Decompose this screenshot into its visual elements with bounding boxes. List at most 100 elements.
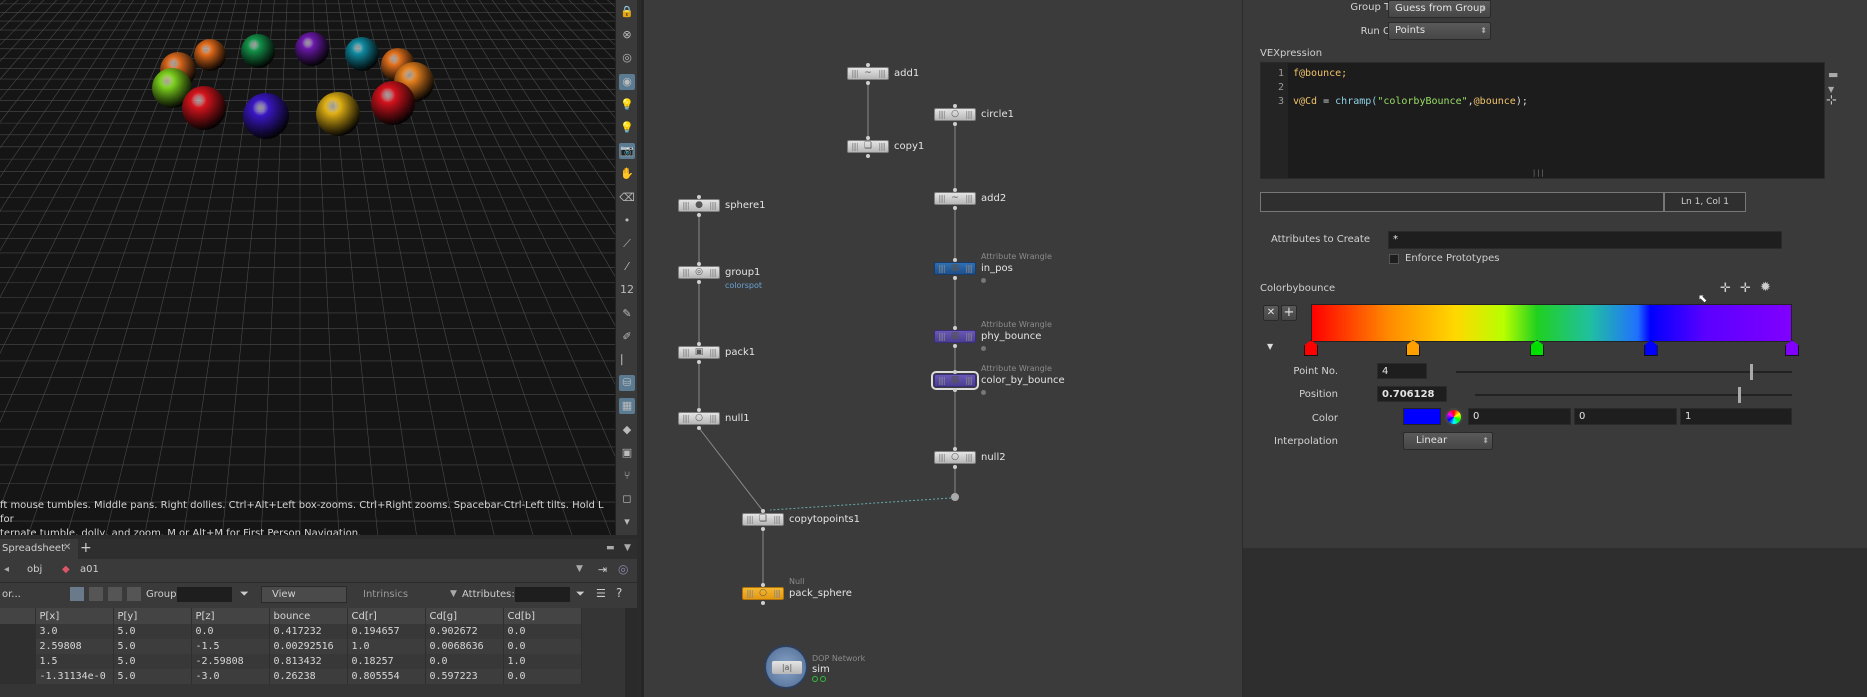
code-menu-icon[interactable]: ▬ (1828, 68, 1838, 81)
column-header[interactable]: Cd[g] (425, 608, 504, 624)
square-icon[interactable]: ◻ (619, 491, 635, 507)
column-header[interactable]: bounce (269, 608, 348, 624)
node-dot-top[interactable] (953, 258, 957, 262)
node-flag-icon[interactable] (981, 278, 986, 283)
node-circle1[interactable]: |||| ○ |||| (934, 108, 976, 121)
wire-dashed[interactable] (769, 497, 952, 511)
line-icon[interactable]: ⟋ (619, 236, 635, 252)
attrs-create-field[interactable]: * (1388, 231, 1782, 249)
branch-icon[interactable]: ⑂ (619, 468, 635, 484)
ruler-icon[interactable]: ⎸ (619, 352, 635, 368)
detail-mode-icon[interactable] (127, 587, 141, 601)
prims-mode-icon[interactable] (108, 587, 122, 601)
bulb-alt-icon[interactable]: 💡 (619, 120, 635, 136)
ramp-key-marker[interactable] (1304, 340, 1318, 356)
node-dot-bottom[interactable] (953, 465, 957, 469)
node-dot-top[interactable] (953, 447, 957, 451)
scene-viewport[interactable]: ft mouse tumbles. Middle pans. Right dol… (0, 0, 615, 535)
color-r-field[interactable]: 0 (1468, 408, 1571, 425)
node-label[interactable]: copytopoints1 (789, 514, 860, 525)
pane-menu-icon[interactable]: ▬ (606, 543, 615, 553)
node-dot-bottom[interactable] (697, 280, 701, 284)
node-dot-top[interactable] (866, 136, 870, 140)
ramp-key-marker[interactable] (1643, 340, 1658, 356)
color-wheel-icon[interactable] (1445, 408, 1463, 426)
chevron-down-icon[interactable]: ▼ (624, 543, 631, 553)
lock-icon[interactable]: 🔒 (619, 4, 635, 20)
ramp-key-marker[interactable] (1530, 340, 1545, 356)
column-header[interactable]: Cd[r] (347, 608, 426, 624)
node-dot-bottom[interactable] (697, 426, 701, 430)
list-icon[interactable]: ☰ (596, 587, 606, 600)
node-dot-top[interactable] (953, 326, 957, 330)
node-label[interactable]: sim (812, 664, 830, 675)
node-add1[interactable]: |||| ~ |||| (847, 67, 889, 80)
node-label[interactable]: add1 (894, 68, 919, 79)
node-label[interactable]: null2 (981, 452, 1006, 463)
close-circle-icon[interactable]: ⊗ (619, 27, 635, 43)
node-label[interactable]: group1 (725, 267, 760, 278)
node-dot-bottom[interactable] (761, 601, 765, 605)
ramp-key-marker[interactable] (1785, 340, 1799, 356)
color-swatch[interactable] (1403, 408, 1441, 425)
group-type-menu[interactable]: Guess from Group ⬍ (1388, 0, 1491, 18)
node-label[interactable]: color_by_bounce (981, 375, 1065, 386)
expand-icon[interactable]: ✛ (1740, 281, 1751, 296)
node-label[interactable]: sphere1 (725, 200, 765, 211)
chevron-down-icon[interactable]: ▼ (450, 589, 457, 599)
node-label[interactable]: add2 (981, 193, 1006, 204)
node-dot-top[interactable] (761, 509, 765, 513)
node-dot-top[interactable] (953, 370, 957, 374)
node-null2[interactable]: |||| ○ |||| (934, 451, 976, 464)
table-scrollbar[interactable] (625, 608, 637, 697)
column-header[interactable]: P[z] (191, 608, 270, 624)
node-label[interactable]: phy_bounce (981, 331, 1041, 342)
node-dot-top[interactable] (697, 342, 701, 346)
node-dot-top[interactable] (697, 195, 701, 199)
node-dot-bottom[interactable] (953, 344, 957, 348)
position-slider-handle[interactable] (1738, 387, 1741, 403)
ramp-key-marker[interactable] (1405, 340, 1420, 356)
move-icon[interactable]: ✛ (1720, 281, 1731, 296)
left-menu-label[interactable]: or... (2, 589, 21, 600)
node-group1[interactable]: |||| ◎ |||| (678, 266, 720, 279)
point-no-slider-handle[interactable] (1750, 364, 1753, 380)
checker-icon[interactable]: ▦ (619, 398, 635, 415)
table-row[interactable]: 3.0 5.0 0.0 0.417232 0.194657 0.902672 0.0 (0, 624, 582, 639)
node-dot-top[interactable] (697, 408, 701, 412)
tab-spreadsheet[interactable]: Spreadsheet ✕ (0, 539, 78, 559)
node-add2[interactable]: |||| ~ |||| (934, 192, 976, 205)
wire[interactable] (698, 427, 764, 512)
node-flag-icon[interactable] (812, 676, 818, 682)
picker-icon[interactable]: ⁄ (619, 259, 635, 275)
wire-dot[interactable] (951, 493, 959, 501)
node-copy1[interactable]: |||| ❏ |||| (847, 140, 889, 153)
position-field[interactable]: 0.706128 (1377, 386, 1447, 402)
delete-key-button[interactable]: ✕ (1263, 305, 1279, 321)
add-tab-icon[interactable]: + (80, 540, 92, 556)
node-label[interactable]: pack1 (725, 347, 755, 358)
table-row[interactable]: 2.59808 5.0 -1.5 0.00292516 1.0 0.0068636 0.0 (0, 639, 582, 654)
chevron-down-icon[interactable]: ▼ (1267, 342, 1273, 351)
node-label[interactable]: copy1 (894, 141, 924, 152)
point-no-slider[interactable] (1456, 371, 1792, 373)
node-flag-icon[interactable] (981, 346, 986, 351)
node-sphere1[interactable]: |||| ● |||| (678, 199, 720, 212)
column-header[interactable]: P[y] (113, 608, 192, 624)
node-dot-bottom[interactable] (866, 154, 870, 158)
table-row[interactable]: -1.31134e-0 5.0 -3.0 0.26238 0.805554 0.59722… (0, 669, 582, 684)
color-g-field[interactable]: 0 (1574, 408, 1677, 425)
node-pack_sphere[interactable]: |||| ○ |||| (742, 587, 784, 600)
gear-icon[interactable]: ✹ (1760, 280, 1771, 295)
node-dot-bottom[interactable] (697, 213, 701, 217)
attributes-field[interactable] (515, 587, 570, 602)
dot-icon[interactable]: • (619, 213, 635, 229)
filter-icon[interactable]: ⏷ (576, 587, 585, 601)
view-dropdown[interactable]: View (261, 586, 347, 603)
node-dot-bottom[interactable] (866, 81, 870, 85)
pin-icon[interactable]: ◉ (619, 73, 635, 90)
number-icon[interactable]: 12 (619, 282, 635, 298)
arrow-down-icon[interactable]: ▾ (619, 514, 635, 530)
hand-icon[interactable]: ✋ (619, 166, 635, 182)
node-pack1[interactable]: |||| ▣ |||| (678, 346, 720, 359)
